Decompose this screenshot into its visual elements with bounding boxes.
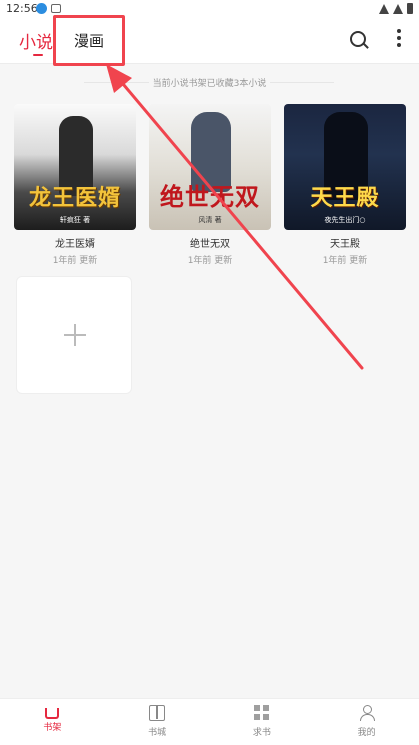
status-time: 12:56 (6, 2, 38, 15)
user-icon (359, 705, 375, 721)
nav-label: 求书 (252, 728, 271, 738)
nav-request[interactable]: 求书 (210, 699, 315, 745)
book-update-time: 1年前 更新 (52, 256, 98, 266)
tab-novel[interactable]: 小说 (19, 28, 53, 53)
plus-icon-vertical (74, 324, 76, 346)
nav-label: 书城 (148, 728, 167, 738)
add-book-button[interactable] (16, 276, 132, 394)
active-tab-indicator (33, 54, 43, 56)
search-icon[interactable] (349, 30, 369, 50)
home-icon (45, 708, 60, 719)
signal-icon (393, 3, 403, 14)
nav-label: 我的 (357, 728, 376, 738)
cover-author-art: 轩疯狂 著 (59, 216, 91, 224)
grid-icon (253, 705, 270, 721)
battery-icon (407, 3, 413, 14)
nav-label: 书架 (43, 723, 62, 733)
cover-title-art: 龙王医婿 (28, 186, 121, 211)
cover-title-art: 天王殿 (310, 186, 380, 211)
book-cover[interactable]: 龙王医婿 轩疯狂 著 (14, 104, 136, 230)
nav-profile[interactable]: 我的 (314, 699, 419, 745)
annotation-highlight-box (53, 15, 125, 66)
shelf-summary-text: 当前小说书架已收藏3本小说 (148, 79, 271, 89)
cover-title-art: 绝世无双 (160, 183, 260, 211)
cover-author-art: 风清 著 (198, 216, 222, 224)
book-title: 天王殿 (330, 239, 360, 250)
book-cover[interactable]: 绝世无双 风清 著 (149, 104, 271, 230)
book-cover[interactable]: 天王殿 夜先生出门○ (284, 104, 406, 230)
app-notification-icon (51, 4, 61, 13)
more-menu-icon[interactable] (394, 29, 404, 51)
book-item[interactable]: 天王殿 夜先生出门○ 天王殿 1年前 更新 (284, 104, 406, 266)
bottom-nav: 书架 书城 求书 我的 (0, 698, 419, 745)
book-update-time: 1年前 更新 (187, 256, 233, 266)
nav-bookshelf[interactable]: 书架 (0, 699, 105, 745)
book-icon (149, 705, 166, 721)
download-notification-icon (36, 3, 47, 14)
book-item[interactable]: 绝世无双 风清 著 绝世无双 1年前 更新 (149, 104, 271, 266)
wifi-icon (379, 3, 389, 14)
cover-author-art: 夜先生出门○ (324, 216, 366, 224)
book-title: 绝世无双 (190, 239, 230, 250)
status-indicators (379, 3, 413, 14)
book-title: 龙王医婿 (55, 239, 95, 250)
book-item[interactable]: 龙王医婿 轩疯狂 著 龙王医婿 1年前 更新 (14, 104, 136, 266)
nav-bookstore[interactable]: 书城 (105, 699, 210, 745)
shelf-summary: 当前小说书架已收藏3本小说 (0, 76, 419, 89)
book-update-time: 1年前 更新 (322, 256, 368, 266)
